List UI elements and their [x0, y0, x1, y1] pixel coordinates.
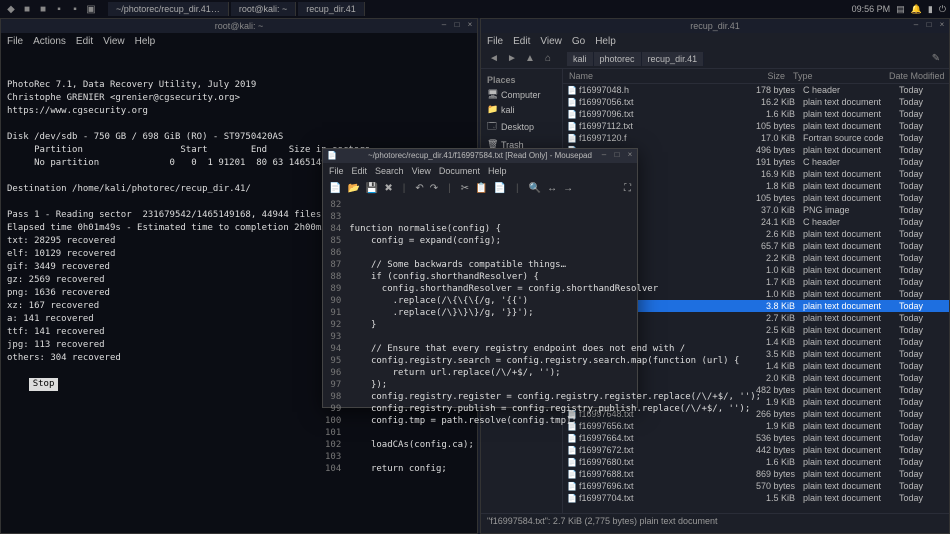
file-row[interactable]: 📄f16997096.txt1.6 KiBplain text document…: [563, 108, 949, 120]
filemanager-toolbar: ◄ ► ▲ ⌂ kaliphotorecrecup_dir.41 ✎: [481, 49, 949, 69]
bell-icon[interactable]: 🔔: [911, 4, 922, 15]
paste-icon[interactable]: 📄: [494, 183, 506, 194]
taskbar: ◆ ■ ■ ▪ ▪ ▣ ~/photorec/recup_dir.41…root…: [0, 0, 950, 18]
mousepad-toolbar: 📄 📂 💾 ✖ | ↶ ↷ | ✂ 📋 📄 | 🔍 ↔ → ⛶: [323, 179, 637, 197]
save-icon[interactable]: 💾: [366, 183, 378, 194]
status-bar: "f16997584.txt": 2.7 KiB (2,775 bytes) p…: [481, 513, 949, 529]
app-icon[interactable]: ▪: [52, 2, 66, 16]
clock: 09:56 PM: [852, 4, 891, 14]
menu-item[interactable]: View: [412, 166, 431, 176]
copy-icon[interactable]: 📋: [475, 183, 487, 194]
menu-item[interactable]: Search: [375, 166, 404, 176]
editor-icon: 📄: [327, 149, 337, 163]
minimize-icon[interactable]: –: [911, 20, 921, 30]
breadcrumb-item[interactable]: kali: [567, 52, 594, 66]
app-icon[interactable]: ▪: [68, 2, 82, 16]
terminal-title: root@kali: ~ – □ ×: [1, 19, 477, 33]
taskbar-tab[interactable]: ~/photorec/recup_dir.41…: [108, 2, 229, 16]
menu-item[interactable]: View: [103, 36, 125, 47]
editor-content[interactable]: 82 83 84 85 86 87 88 89 90 91 92 93 94 9…: [323, 197, 637, 477]
close-icon[interactable]: ×: [465, 20, 475, 30]
new-icon[interactable]: 📄: [329, 183, 341, 194]
power-icon[interactable]: ⏻: [939, 4, 946, 15]
app-icon[interactable]: ■: [20, 2, 34, 16]
close-icon[interactable]: ×: [625, 150, 635, 160]
file-row[interactable]: 📄f16997048.h178 bytesC headerToday: [563, 84, 949, 96]
menu-item[interactable]: File: [329, 166, 344, 176]
maximize-icon[interactable]: □: [924, 20, 934, 30]
redo-icon[interactable]: ↷: [430, 183, 438, 194]
places-header: Places: [481, 73, 562, 87]
file-row[interactable]: 📄f16997704.txt1.5 KiBplain text document…: [563, 492, 949, 504]
maximize-icon[interactable]: □: [452, 20, 462, 30]
minimize-icon[interactable]: –: [439, 20, 449, 30]
menu-item[interactable]: Edit: [76, 36, 93, 47]
open-icon[interactable]: 📂: [347, 183, 359, 194]
back-icon[interactable]: ◄: [487, 52, 501, 66]
breadcrumb-item[interactable]: recup_dir.41: [642, 52, 705, 66]
home-icon[interactable]: ⌂: [541, 52, 555, 66]
kali-icon[interactable]: ◆: [4, 2, 18, 16]
replace-icon[interactable]: ↔: [547, 183, 557, 194]
menu-item[interactable]: Edit: [513, 36, 530, 47]
up-icon[interactable]: ▲: [523, 52, 537, 66]
menu-item[interactable]: Help: [595, 36, 616, 47]
column-headers: Name Size Type Date Modified: [563, 69, 949, 84]
menu-item[interactable]: File: [487, 36, 503, 47]
minimize-icon[interactable]: –: [599, 150, 609, 160]
menu-item[interactable]: Document: [439, 166, 480, 176]
forward-icon[interactable]: ►: [505, 52, 519, 66]
terminal-icon[interactable]: ▣: [84, 2, 98, 16]
menu-item[interactable]: Help: [488, 166, 507, 176]
close-icon[interactable]: ×: [937, 20, 947, 30]
menu-item[interactable]: Go: [572, 36, 585, 47]
close-icon[interactable]: ✖: [384, 183, 392, 194]
menu-item[interactable]: Help: [135, 36, 156, 47]
mousepad-window: 📄 ~/photorec/recup_dir.41/f16997584.txt …: [322, 148, 638, 408]
filemanager-title: recup_dir.41 – □ ×: [481, 19, 949, 33]
file-row[interactable]: 📄f16997696.txt570 bytesplain text docume…: [563, 480, 949, 492]
app-icon[interactable]: ■: [36, 2, 50, 16]
cut-icon[interactable]: ✂: [461, 183, 469, 194]
file-row[interactable]: 📄f16997112.txt105 bytesplain text docume…: [563, 120, 949, 132]
menu-item[interactable]: Actions: [33, 36, 66, 47]
goto-icon[interactable]: →: [563, 183, 573, 194]
menu-item[interactable]: Edit: [352, 166, 368, 176]
maximize-icon[interactable]: □: [612, 150, 622, 160]
mousepad-title: 📄 ~/photorec/recup_dir.41/f16997584.txt …: [323, 149, 637, 163]
taskbar-tab[interactable]: recup_dir.41: [298, 2, 365, 16]
fullscreen-icon[interactable]: ⛶: [624, 183, 631, 194]
place-item[interactable]: 🗔Desktop: [481, 117, 562, 137]
place-item[interactable]: 🖥Computer: [481, 87, 562, 102]
stop-button[interactable]: Stop: [29, 378, 59, 391]
battery-icon[interactable]: ▮: [928, 4, 933, 15]
tray-icon[interactable]: ▤: [896, 4, 905, 15]
search-icon[interactable]: 🔍: [529, 183, 541, 194]
taskbar-tab[interactable]: root@kali: ~: [231, 2, 296, 16]
breadcrumb-item[interactable]: photorec: [594, 52, 642, 66]
place-item[interactable]: 📁kali: [481, 102, 562, 117]
menu-item[interactable]: File: [7, 36, 23, 47]
file-row[interactable]: 📄f16997120.f17.0 KiBFortran source codeT…: [563, 132, 949, 144]
breadcrumb: kaliphotorecrecup_dir.41: [567, 52, 704, 66]
edit-path-icon[interactable]: ✎: [929, 52, 943, 66]
menu-item[interactable]: View: [540, 36, 562, 47]
file-row[interactable]: 📄f16997056.txt16.2 KiBplain text documen…: [563, 96, 949, 108]
undo-icon[interactable]: ↶: [415, 183, 423, 194]
